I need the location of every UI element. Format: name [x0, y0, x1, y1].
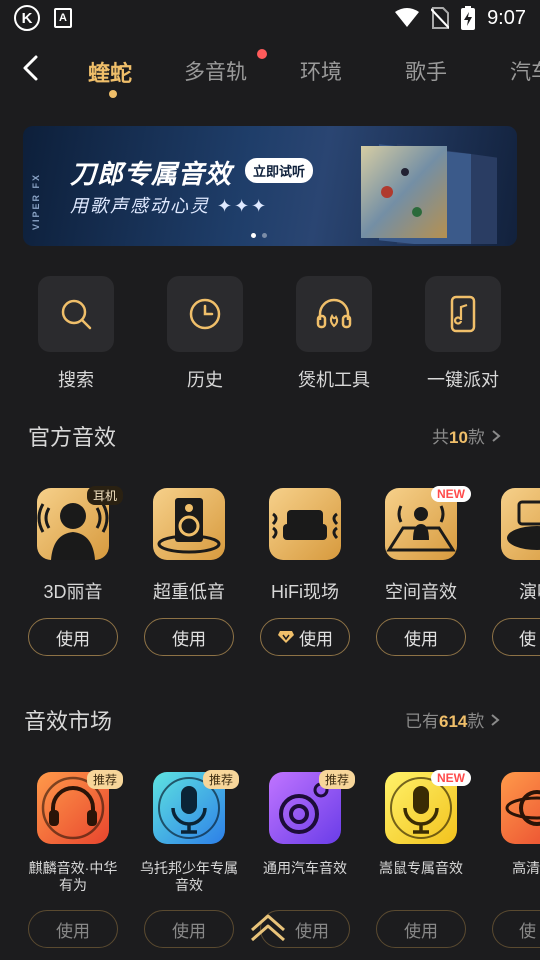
banner-listen-button[interactable]: 立即试听 [245, 158, 314, 183]
use-button[interactable]: 使用 [144, 910, 234, 948]
use-button-vip[interactable]: 使用 [260, 618, 350, 656]
recommend-badge: 推荐 [318, 770, 355, 789]
effect-name: 演唱 [519, 582, 540, 602]
market-card-kirin[interactable]: 推荐 麒麟音效·中华有为 [23, 770, 123, 894]
use-button[interactable]: 使用 [28, 910, 118, 948]
no-sim-icon [431, 7, 450, 29]
new-dot [257, 49, 267, 59]
market-card-car[interactable]: 推荐 通用汽车音效 [255, 770, 355, 877]
speaker-icon [157, 498, 221, 554]
use-button[interactable]: 使用 [376, 618, 466, 656]
banner-title: 刀郎专属音效 [70, 159, 233, 189]
use-button[interactable]: 使用 [376, 910, 466, 948]
diamond-icon [278, 631, 294, 643]
market-more-prefix: 已有 [405, 712, 439, 731]
planet-icon [505, 790, 540, 826]
stage-icon [507, 500, 540, 550]
effect-name: 3D丽音 [43, 582, 103, 602]
chevron-right-icon [491, 713, 500, 726]
official-count: 10 [449, 428, 468, 447]
effect-name: 高清HiF [512, 860, 540, 876]
burn-in-tool-action[interactable]: 煲机工具 [296, 276, 372, 392]
banner-subtitle: 用歌声感动心灵 ✦✦✦ [70, 196, 269, 216]
tab-environment[interactable]: 环境 [300, 56, 342, 86]
use-button[interactable]: 使用 [144, 618, 234, 656]
effect-card-3d[interactable]: 耳机 3D丽音 [23, 486, 123, 604]
effect-name: 麒麟音效·中华有为 [28, 860, 118, 893]
market-more-suffix: 款 [467, 712, 485, 731]
history-action[interactable]: 历史 [167, 276, 243, 392]
market-more-link[interactable]: 已有614款 [405, 707, 500, 732]
recommend-badge: 推荐 [86, 770, 123, 789]
sofa-icon [271, 510, 339, 540]
official-section-title: 官方音效 [28, 425, 117, 450]
new-badge: NEW [431, 486, 471, 502]
official-more-suffix: 款 [467, 428, 485, 447]
effect-name: 乌托邦少年专属音效 [140, 860, 238, 893]
search-label: 搜索 [58, 370, 94, 390]
banner-side-label: VIPER FX [31, 172, 41, 230]
effect-card-spatial[interactable]: NEW 空间音效 [371, 486, 471, 604]
use-label: 使用 [299, 629, 333, 649]
use-button[interactable]: 使 [492, 910, 540, 948]
a-notification-icon: A [54, 8, 72, 28]
headphone-tool-icon [316, 298, 352, 329]
back-button[interactable] [18, 54, 46, 82]
burn-in-tool-label: 煲机工具 [298, 370, 370, 390]
tab-singer[interactable]: 歌手 [405, 56, 447, 86]
headphone-badge: 耳机 [86, 486, 123, 505]
market-card-mouse[interactable]: NEW 嵩鼠专属音效 [371, 770, 471, 877]
effect-card-concert[interactable]: 演唱 [487, 488, 540, 604]
market-card-hifi[interactable]: 高清HiF [487, 772, 540, 877]
party-action[interactable]: 一键派对 [425, 276, 501, 392]
market-count: 614 [439, 712, 468, 731]
use-button[interactable]: 使用 [28, 618, 118, 656]
market-card-utopia[interactable]: 推荐 乌托邦少年专属音效 [139, 770, 239, 894]
effect-card-hifi[interactable]: HiFi现场 [255, 488, 355, 604]
official-more-link[interactable]: 共10款 [432, 423, 501, 448]
search-icon [61, 299, 92, 330]
top-nav: 蝰蛇 多音轨 环境 歌手 汽车 [0, 44, 540, 104]
status-bar: K A 9:07 [0, 0, 540, 36]
tab-car[interactable]: 汽车 [510, 56, 540, 86]
album-art-image [361, 143, 497, 244]
effect-card-bass[interactable]: 超重低音 [139, 488, 239, 604]
scroll-to-top-icon[interactable] [250, 912, 286, 944]
battery-charging-icon [461, 6, 476, 30]
effect-name: HiFi现场 [271, 582, 339, 602]
clock: 9:07 [487, 6, 526, 29]
k-app-icon: K [14, 5, 40, 31]
search-action[interactable]: 搜索 [38, 276, 114, 392]
tab-viper[interactable]: 蝰蛇 [88, 56, 132, 88]
effect-name: 空间音效 [385, 582, 457, 602]
party-phone-icon [450, 295, 476, 333]
clock-icon [189, 298, 221, 330]
effect-name: 通用汽车音效 [263, 860, 347, 876]
promo-banner[interactable]: VIPER FX 刀郎专属音效 立即试听 用歌声感动心灵 ✦✦✦ [23, 126, 517, 246]
new-badge: NEW [431, 770, 471, 786]
wifi-icon [395, 8, 420, 27]
effect-name: 嵩鼠专属音效 [379, 860, 463, 876]
market-section-title: 音效市场 [24, 709, 113, 734]
effect-name: 超重低音 [153, 582, 225, 602]
history-label: 历史 [187, 370, 223, 390]
use-button[interactable]: 使 [492, 618, 540, 656]
banner-pager [251, 233, 267, 238]
recommend-badge: 推荐 [202, 770, 239, 789]
chevron-right-icon [492, 429, 501, 442]
tab-multitrack[interactable]: 多音轨 [184, 56, 247, 86]
official-more-prefix: 共 [432, 428, 449, 447]
active-tab-indicator [109, 90, 117, 98]
party-label: 一键派对 [427, 370, 499, 390]
